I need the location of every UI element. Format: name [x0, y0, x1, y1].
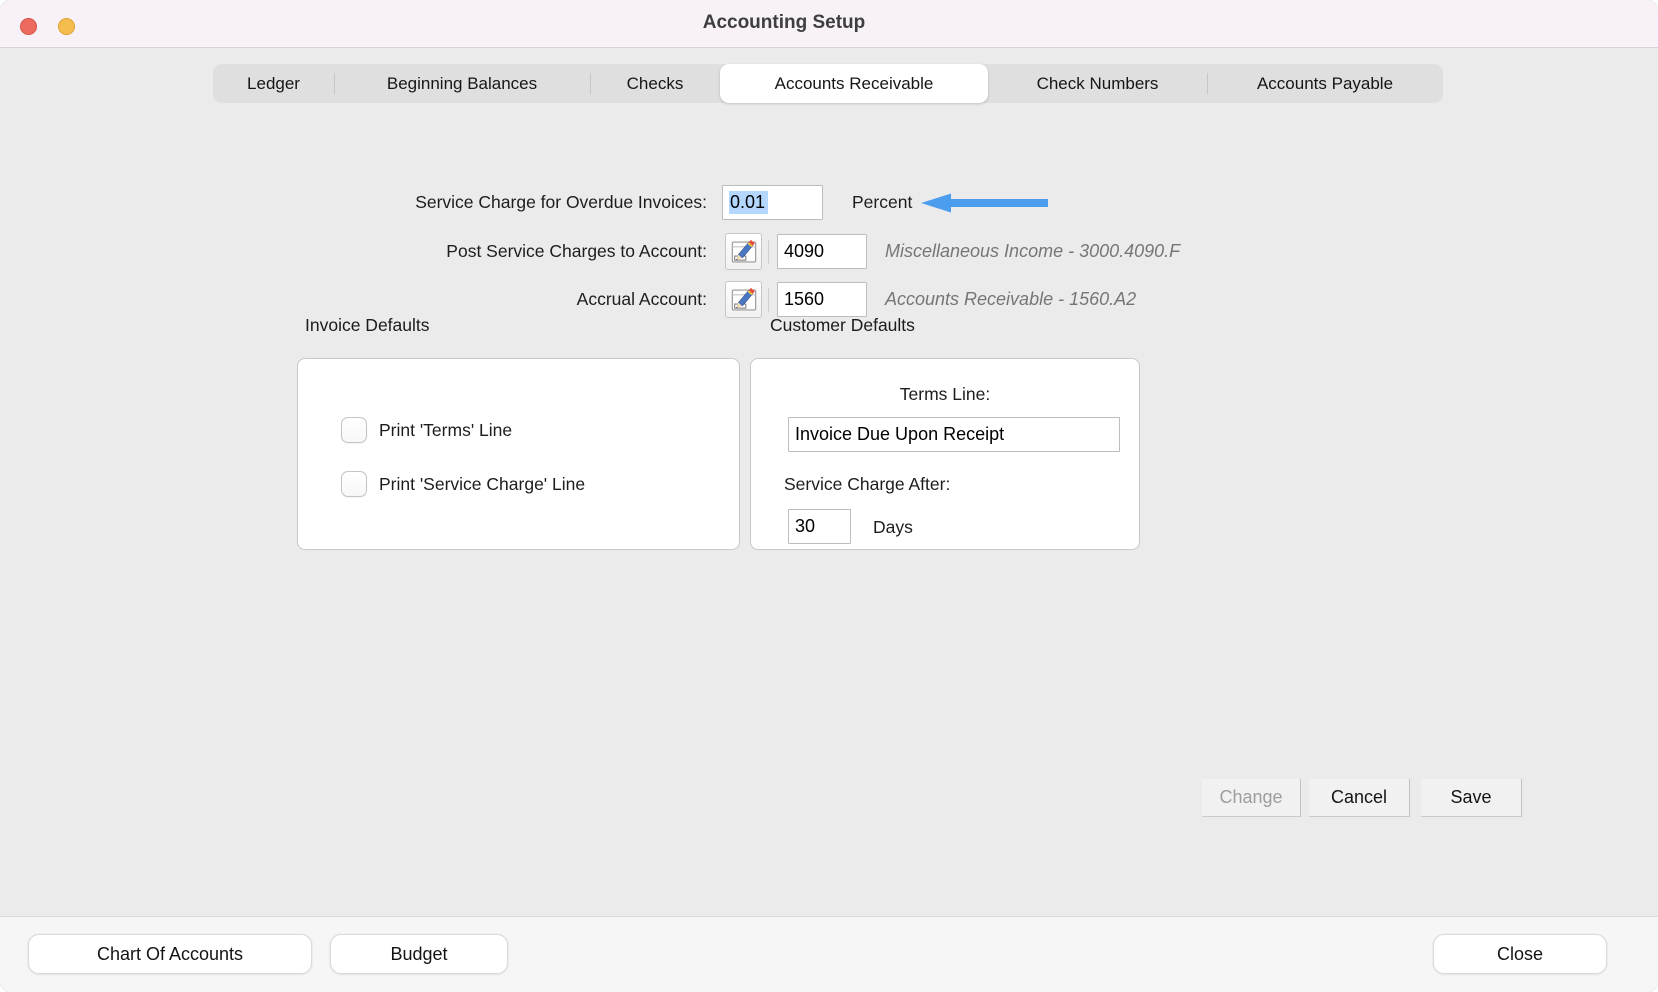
print-terms-line-checkbox[interactable]: [341, 417, 367, 443]
accrual-account-description: Accounts Receivable - 1560.A2: [885, 289, 1137, 309]
minimize-window-icon[interactable]: [58, 18, 75, 35]
chart-of-accounts-button[interactable]: Chart Of Accounts: [28, 934, 312, 974]
edit-form-pencil-icon: [731, 287, 756, 310]
accrual-account-label: Accrual Account:: [576, 289, 707, 309]
post-account-description: Miscellaneous Income - 3000.4090.F: [885, 241, 1181, 261]
print-terms-line-label: Print 'Terms' Line: [379, 419, 513, 440]
save-button[interactable]: Save: [1421, 779, 1522, 817]
print-service-charge-line-label: Print 'Service Charge' Line: [379, 473, 586, 494]
budget-button[interactable]: Budget: [330, 934, 508, 974]
invoice-defaults-box: Print 'Terms' Line Print 'Service Charge…: [297, 358, 740, 550]
days-label: Days: [873, 517, 913, 537]
customer-defaults-box: Terms Line: Service Charge After: Days: [750, 358, 1140, 550]
customer-defaults-title: Customer Defaults: [770, 315, 915, 335]
print-service-charge-line-checkbox[interactable]: [341, 471, 367, 497]
accrual-account-number-input[interactable]: [777, 282, 867, 317]
title-bar: Accounting Setup: [0, 0, 1658, 48]
tab-panel-accounts-receivable: Service Charge for Overdue Invoices: 0.0…: [0, 49, 1658, 916]
accounting-setup-window: Accounting Setup Ledger Beginning Balanc…: [0, 0, 1658, 992]
record-action-buttons: Change Cancel Save: [1202, 779, 1522, 817]
edit-form-pencil-icon: [731, 239, 756, 262]
percent-label: Percent: [852, 192, 913, 212]
accrual-account-lookup-button[interactable]: [725, 281, 762, 318]
terms-line-label: Terms Line:: [899, 384, 991, 404]
post-account-lookup-button[interactable]: [725, 233, 762, 270]
service-charge-after-label: Service Charge After:: [784, 474, 951, 494]
close-button[interactable]: Close: [1433, 934, 1607, 974]
window-title: Accounting Setup: [702, 12, 866, 33]
service-charge-label: Service Charge for Overdue Invoices:: [415, 192, 707, 212]
divider: [768, 287, 769, 312]
divider: [768, 239, 769, 264]
window-footer: Chart Of Accounts Budget Close: [0, 916, 1658, 992]
post-account-label: Post Service Charges to Account:: [446, 241, 707, 261]
invoice-defaults-title: Invoice Defaults: [305, 315, 430, 335]
terms-line-input[interactable]: [788, 417, 1120, 452]
change-button[interactable]: Change: [1202, 779, 1301, 817]
left-arrow-icon: [920, 189, 1049, 217]
close-window-icon[interactable]: [20, 18, 37, 35]
post-account-number-input[interactable]: [777, 234, 867, 269]
service-charge-after-days-input[interactable]: [788, 509, 851, 544]
service-charge-selected-text: 0.01: [729, 191, 769, 214]
service-charge-input[interactable]: 0.01: [722, 185, 823, 220]
cancel-button[interactable]: Cancel: [1309, 779, 1410, 817]
